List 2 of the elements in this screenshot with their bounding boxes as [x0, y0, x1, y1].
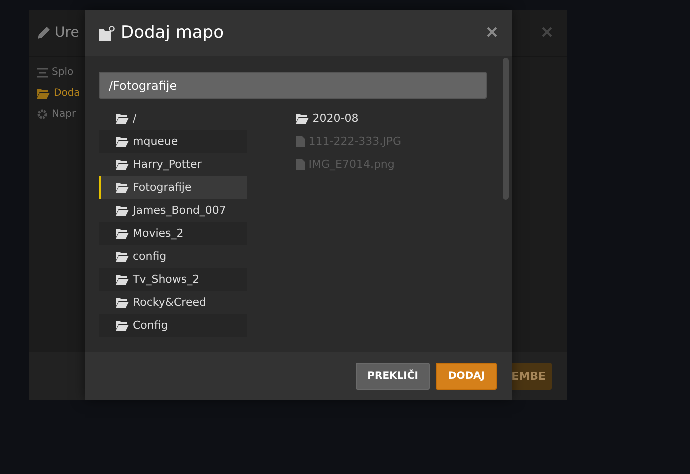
dialog-title: Dodaj mapo: [99, 23, 224, 43]
dialog-title: Ure: [37, 25, 80, 41]
